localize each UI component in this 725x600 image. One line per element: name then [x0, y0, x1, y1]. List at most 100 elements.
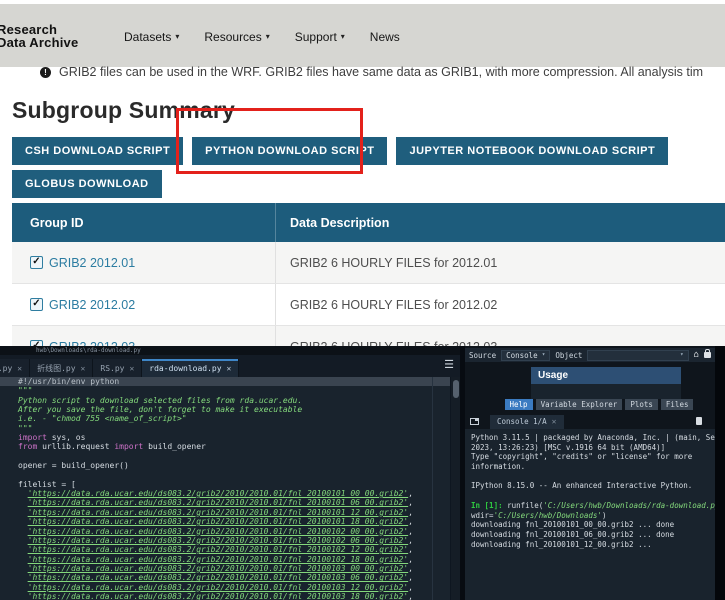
token-txt: urllib.request [42, 442, 114, 451]
code-line: 'https://data.rda.ucar.edu/ds083.2/grib2… [18, 592, 448, 600]
code-line: 'https://data.rda.ucar.edu/ds083.2/grib2… [18, 527, 448, 536]
token-txt [18, 564, 28, 573]
code-line: 'https://data.rda.ucar.edu/ds083.2/grib2… [18, 498, 448, 507]
url-string[interactable]: 'https://data.rda.ucar.edu/ds083.2/grib2… [28, 527, 409, 536]
code-line: downloading fnl_20100101_06_00.grib2 ...… [471, 530, 715, 540]
console-tab-label: Console 1/A [497, 415, 547, 429]
token-str: """ [18, 386, 32, 395]
code-line [18, 452, 448, 461]
panel-tab-files[interactable]: Files [661, 399, 694, 410]
lock-icon[interactable] [704, 352, 711, 358]
code-line: information. [471, 462, 715, 472]
code-line: 'https://data.rda.ucar.edu/ds083.2/grib2… [18, 517, 448, 526]
site-logo[interactable]: Research Data Archive [0, 23, 78, 49]
token-txt: , [408, 564, 413, 573]
console-output-area[interactable]: Python 3.11.5 | packaged by Anaconda, In… [465, 429, 715, 600]
tab-label: RS.py [100, 364, 124, 373]
console-tab[interactable]: Console 1/A ✕ [490, 415, 564, 429]
editor-options-icon[interactable]: ☰ [444, 359, 454, 370]
url-string[interactable]: 'https://data.rda.ucar.edu/ds083.2/grib2… [28, 545, 409, 554]
usage-body [531, 384, 681, 399]
token-txt: build_opener [148, 442, 206, 451]
new-console-icon[interactable] [470, 418, 479, 425]
close-icon[interactable]: ✕ [17, 364, 22, 373]
nav-item-news[interactable]: News [370, 30, 400, 44]
group-id-link[interactable]: GRIB2 2012.01 [49, 256, 135, 270]
group-checkbox[interactable]: ✓ [30, 298, 43, 311]
console-pane: Console 1/A ✕ Python 3.11.5 | packaged b… [465, 412, 715, 600]
token-txt: sys, os [52, 433, 86, 442]
url-string[interactable]: 'https://data.rda.ucar.edu/ds083.2/grib2… [28, 489, 409, 498]
token-txt: Type "copyright", "credits" or "license"… [471, 452, 692, 461]
url-string[interactable]: 'https://data.rda.ucar.edu/ds083.2/grib2… [28, 536, 409, 545]
panel-tab-help[interactable]: Help [505, 399, 533, 410]
source-label: Source [469, 351, 496, 360]
nav-item-resources[interactable]: Resources▾ [204, 30, 269, 44]
code-line: downloading fnl_20100101_00_00.grib2 ...… [471, 520, 715, 530]
token-txt [18, 489, 28, 498]
editor-tab-rda-download-py[interactable]: rda-download.py✕ [142, 359, 239, 377]
screenshot-stage: Research Data Archive Datasets▾ Resources… [0, 0, 725, 600]
tab-label: 折线图.py [37, 363, 75, 374]
chevron-down-icon: ▾ [542, 351, 546, 359]
group-id-cell: ✓ GRIB2 2012.02 [12, 298, 275, 312]
url-string[interactable]: 'https://data.rda.ucar.edu/ds083.2/grib2… [28, 573, 409, 582]
object-select[interactable]: ▾ [587, 350, 688, 361]
code-line: 'https://data.rda.ucar.edu/ds083.2/grib2… [18, 489, 448, 498]
globus-download-button[interactable]: GLOBUS DOWNLOAD [12, 170, 162, 198]
editor-tab-py[interactable]: ….py✕ [0, 359, 30, 377]
token-txt: , [408, 592, 413, 600]
console-options-icon[interactable] [696, 417, 702, 425]
source-select-value: Console [506, 351, 538, 360]
url-string[interactable]: 'https://data.rda.ucar.edu/ds083.2/grib2… [28, 498, 409, 507]
csh-download-script-button[interactable]: CSH DOWNLOAD SCRIPT [12, 137, 183, 165]
nav-item-support[interactable]: Support▾ [295, 30, 345, 44]
panel-tab-plots[interactable]: Plots [625, 399, 658, 410]
token-str: Python script to download selected files… [18, 396, 302, 405]
panel-tabs: HelpVariable ExplorerPlotsFiles [465, 399, 715, 412]
code-area[interactable]: #!/usr/bin/env python"""Python script to… [0, 377, 460, 600]
token-txt [18, 583, 28, 592]
token-txt [18, 592, 28, 600]
code-line: 'https://data.rda.ucar.edu/ds083.2/grib2… [18, 555, 448, 564]
token-kw: import [114, 442, 148, 451]
code-text: #!/usr/bin/env python"""Python script to… [18, 377, 448, 600]
jupyter-notebook-download-script-button[interactable]: JUPYTER NOTEBOOK DOWNLOAD SCRIPT [396, 137, 668, 165]
group-id-link[interactable]: GRIB2 2012.02 [49, 298, 135, 312]
group-checkbox[interactable]: ✓ [30, 256, 43, 269]
right-panel: Source Console ▾ Object ▾ ⌂ Usage HelpVa… [465, 346, 715, 600]
close-icon[interactable]: ✕ [81, 364, 86, 373]
url-string[interactable]: 'https://data.rda.ucar.edu/ds083.2/grib2… [28, 517, 409, 526]
token-txt: IPython 8.15.0 -- An enhanced Interactiv… [471, 481, 692, 490]
url-string[interactable]: 'https://data.rda.ucar.edu/ds083.2/grib2… [28, 508, 409, 517]
url-string[interactable]: 'https://data.rda.ucar.edu/ds083.2/grib2… [28, 555, 409, 564]
code-line: After you save the file, don't forget to… [18, 405, 448, 414]
panel-tab-variable-explorer[interactable]: Variable Explorer [536, 399, 623, 410]
close-icon[interactable]: ✕ [227, 364, 232, 373]
editor-tabs: ….py✕折线图.py✕RS.py✕rda-download.py✕ [0, 359, 239, 377]
editor-scrollbar[interactable] [450, 377, 460, 600]
close-icon[interactable]: ✕ [129, 364, 134, 373]
editor-scrollbar-thumb[interactable] [453, 380, 459, 398]
usage-box: Usage [531, 367, 681, 399]
main-nav: Datasets▾ Resources▾ Support▾ News [124, 30, 400, 44]
code-line: """ [18, 386, 448, 395]
close-icon[interactable]: ✕ [552, 415, 557, 429]
token-txt: , [408, 517, 413, 526]
token-txt: , [408, 573, 413, 582]
url-string[interactable]: 'https://data.rda.ucar.edu/ds083.2/grib2… [28, 583, 409, 592]
notice-bar: ! GRIB2 files can be used in the WRF. GR… [40, 63, 725, 81]
editor-tab-py[interactable]: 折线图.py ✕ [30, 359, 93, 377]
token-txt: , [408, 583, 413, 592]
nav-item-datasets[interactable]: Datasets▾ [124, 30, 179, 44]
editor-tab-rs-py[interactable]: RS.py ✕ [93, 359, 142, 377]
token-txt: , [408, 527, 413, 536]
nav-label: Support [295, 30, 337, 44]
info-icon: ! [40, 67, 51, 78]
url-string[interactable]: 'https://data.rda.ucar.edu/ds083.2/grib2… [28, 564, 409, 573]
token-prompt: In [1]: [471, 501, 503, 510]
subgroup-table: Group ID Data Description ✓GRIB2 2012.01… [12, 203, 725, 368]
url-string[interactable]: 'https://data.rda.ucar.edu/ds083.2/grib2… [28, 592, 409, 600]
source-select[interactable]: Console ▾ [501, 350, 550, 361]
home-icon[interactable]: ⌂ [694, 351, 699, 360]
